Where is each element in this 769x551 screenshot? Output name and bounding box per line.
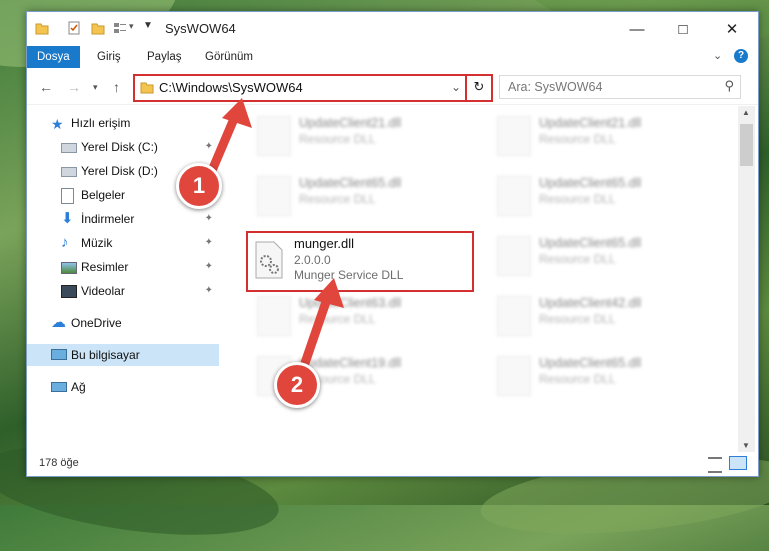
list-item[interactable]: UpdateClient65.dll Resource DLL bbox=[247, 170, 467, 218]
search-icon: ⚲ bbox=[724, 78, 734, 93]
status-bar: 178 öğe bbox=[27, 452, 758, 476]
forward-arrow-icon[interactable]: → bbox=[67, 79, 81, 95]
details-view-icon[interactable] bbox=[708, 457, 722, 473]
tab-paylas[interactable]: Paylaş bbox=[137, 46, 192, 68]
documents-icon bbox=[61, 188, 74, 204]
file-version: 2.0.0.0 bbox=[294, 253, 331, 267]
dll-file-icon bbox=[497, 236, 531, 276]
chevron-down-icon[interactable]: ▾ bbox=[129, 21, 134, 32]
vertical-scrollbar[interactable]: ▲ ▼ bbox=[738, 106, 755, 452]
tiles-view-icon[interactable] bbox=[729, 456, 747, 470]
pictures-icon bbox=[61, 262, 77, 274]
munger-dll-file[interactable]: munger.dll 2.0.0.0 Munger Service DLL bbox=[246, 231, 474, 292]
scroll-thumb[interactable] bbox=[740, 124, 753, 166]
pin-icon[interactable]: ✦ bbox=[205, 232, 213, 254]
recent-locations-icon[interactable]: ▾ bbox=[93, 82, 98, 93]
explorer-window: ▾ ▼ SysWOW64 — □ ✕ Dosya Giriş Paylaş Gö… bbox=[26, 11, 759, 477]
item-count: 178 öğe bbox=[39, 457, 79, 469]
close-button[interactable]: ✕ bbox=[709, 16, 755, 42]
minimize-button[interactable]: — bbox=[614, 16, 660, 42]
dll-file-icon bbox=[497, 356, 531, 396]
window-title: SysWOW64 bbox=[165, 21, 236, 36]
scroll-down-icon[interactable]: ▼ bbox=[742, 441, 750, 450]
scroll-up-icon[interactable]: ▲ bbox=[742, 108, 750, 117]
videos-icon bbox=[61, 285, 77, 298]
dll-file-icon bbox=[497, 176, 531, 216]
nav-item-downloads[interactable]: ⬇ İndirmeler ✦ bbox=[27, 208, 219, 230]
drive-icon bbox=[61, 167, 77, 177]
customize-quick-access-icon[interactable]: ▼ bbox=[143, 20, 153, 31]
new-folder-icon[interactable] bbox=[91, 21, 105, 35]
computer-icon bbox=[51, 349, 67, 360]
help-icon[interactable]: ? bbox=[734, 49, 748, 63]
downloads-icon: ⬇ bbox=[61, 210, 74, 227]
search-placeholder: Ara: SysWOW64 bbox=[508, 80, 603, 94]
back-arrow-icon[interactable]: ← bbox=[39, 79, 53, 95]
list-item[interactable]: UpdateClient65.dll Resource DLL bbox=[487, 170, 707, 218]
star-icon: ★ bbox=[51, 116, 64, 132]
gear-file-icon bbox=[255, 241, 283, 279]
list-item[interactable]: UpdateClient42.dll Resource DLL bbox=[487, 290, 707, 338]
list-item[interactable]: UpdateClient65.dll Resource DLL bbox=[487, 350, 707, 398]
address-dropdown-icon[interactable]: ⌄ bbox=[451, 80, 461, 94]
folder-icon bbox=[35, 23, 49, 35]
pin-icon[interactable]: ✦ bbox=[205, 256, 213, 278]
refresh-button[interactable]: ↻ bbox=[465, 74, 493, 102]
properties-icon[interactable] bbox=[67, 21, 81, 35]
view-options-icon[interactable] bbox=[113, 21, 127, 35]
nav-item-videos[interactable]: Videolar ✦ bbox=[27, 280, 219, 302]
nav-item-music[interactable]: ♪ Müzik ✦ bbox=[27, 232, 219, 254]
tab-giris[interactable]: Giriş bbox=[87, 46, 131, 68]
tab-gorunum[interactable]: Görünüm bbox=[195, 46, 263, 68]
step-badge-1: 1 bbox=[176, 163, 222, 209]
maximize-button[interactable]: □ bbox=[660, 16, 706, 42]
nav-item-pictures[interactable]: Resimler ✦ bbox=[27, 256, 219, 278]
pin-icon[interactable]: ✦ bbox=[205, 208, 213, 230]
cloud-icon: ☁ bbox=[51, 314, 66, 331]
title-bar: ▾ ▼ SysWOW64 — □ ✕ bbox=[27, 12, 758, 46]
network-icon bbox=[51, 382, 67, 392]
dll-file-icon bbox=[497, 116, 531, 156]
up-arrow-icon[interactable]: ↑ bbox=[113, 79, 120, 95]
dll-file-icon bbox=[497, 296, 531, 336]
refresh-icon: ↻ bbox=[473, 79, 485, 94]
file-name: munger.dll bbox=[294, 236, 354, 251]
list-item[interactable]: UpdateClient65.dll Resource DLL bbox=[487, 230, 707, 278]
address-row: ← → ▾ ↑ C:\Windows\SysWOW64 ⌄ ↻ Ara: Sys… bbox=[27, 70, 758, 105]
music-icon: ♪ bbox=[61, 234, 69, 251]
search-box[interactable]: Ara: SysWOW64 ⚲ bbox=[499, 75, 741, 99]
dll-file-icon bbox=[257, 296, 291, 336]
list-item[interactable]: UpdateClient21.dll Resource DLL bbox=[247, 110, 467, 158]
nav-this-pc[interactable]: Bu bilgisayar bbox=[27, 344, 219, 366]
folder-icon bbox=[140, 82, 154, 94]
drive-icon bbox=[61, 143, 77, 153]
nav-network[interactable]: Ağ bbox=[27, 376, 219, 398]
ribbon-tabs: Dosya Giriş Paylaş Görünüm ⌄ ? bbox=[27, 46, 758, 68]
address-bar[interactable]: C:\Windows\SysWOW64 ⌄ bbox=[133, 74, 489, 102]
list-item[interactable]: UpdateClient21.dll Resource DLL bbox=[487, 110, 707, 158]
tab-dosya[interactable]: Dosya bbox=[27, 46, 80, 68]
step-badge-2: 2 bbox=[274, 362, 320, 408]
nav-onedrive[interactable]: ☁ OneDrive bbox=[27, 312, 219, 334]
expand-ribbon-icon[interactable]: ⌄ bbox=[713, 49, 722, 62]
pin-icon[interactable]: ✦ bbox=[205, 280, 213, 302]
